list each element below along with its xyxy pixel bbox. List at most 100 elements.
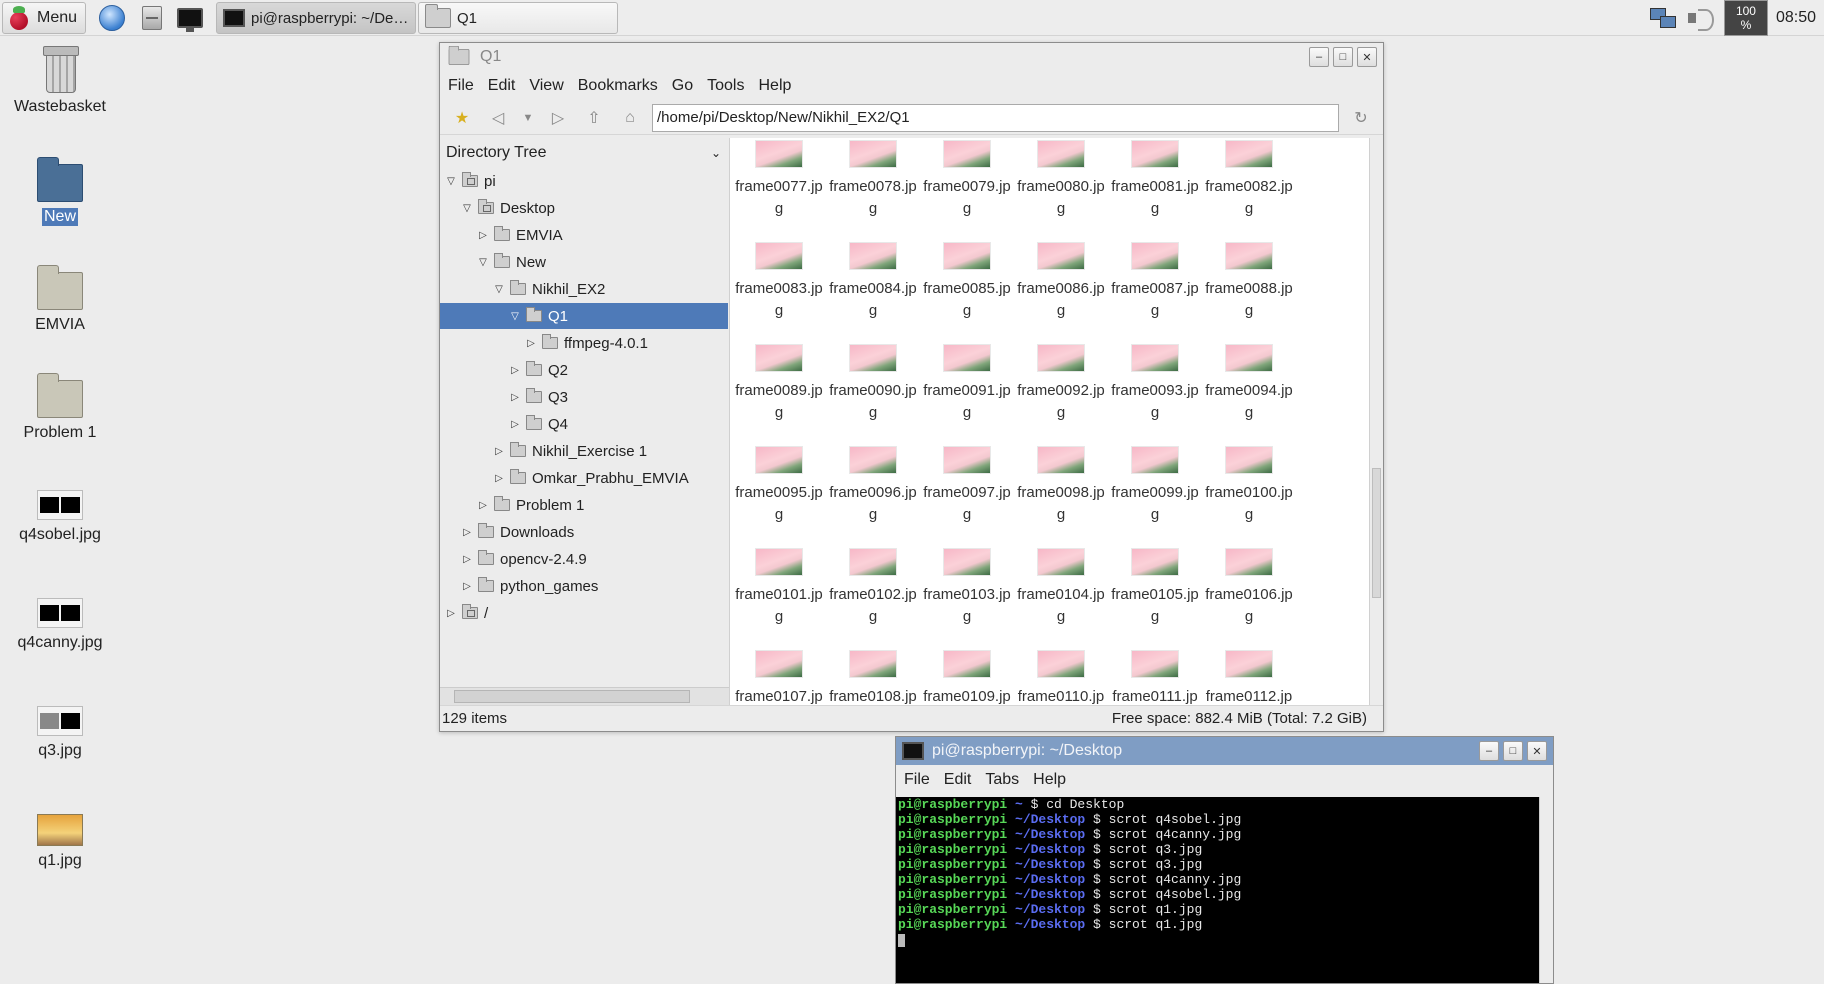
tree-item[interactable]: ▷ Nikhil_Exercise 1 bbox=[440, 438, 728, 464]
tree-item[interactable]: ▽ pi bbox=[440, 168, 728, 194]
file-item[interactable]: frame0077.jpg bbox=[732, 138, 826, 240]
tree-item[interactable]: ▽ New bbox=[440, 249, 728, 275]
file-item[interactable]: frame0107.jpg bbox=[732, 648, 826, 705]
file-item[interactable]: frame0092.jpg bbox=[1014, 342, 1108, 444]
file-item[interactable]: frame0087.jpg bbox=[1108, 240, 1202, 342]
web-browser-launcher[interactable] bbox=[96, 2, 128, 34]
history-dropdown-icon[interactable]: ▼ bbox=[520, 104, 536, 132]
expander-icon[interactable]: ▷ bbox=[476, 230, 490, 241]
menu-help[interactable]: Help bbox=[758, 77, 791, 95]
file-item[interactable]: frame0098.jpg bbox=[1014, 444, 1108, 546]
vertical-scrollbar[interactable] bbox=[1369, 138, 1383, 705]
file-manager-launcher[interactable] bbox=[136, 2, 168, 34]
file-item[interactable]: frame0088.jpg bbox=[1202, 240, 1296, 342]
tree-item[interactable]: ▷ / bbox=[440, 600, 728, 626]
vertical-scrollbar[interactable] bbox=[1539, 797, 1553, 983]
expander-icon[interactable]: ▽ bbox=[460, 203, 474, 214]
menu-go[interactable]: Go bbox=[672, 77, 693, 95]
terminal-output[interactable]: pi@raspberrypi ~ $ cd Desktop pi@raspberr… bbox=[896, 797, 1539, 983]
file-item[interactable]: frame0086.jpg bbox=[1014, 240, 1108, 342]
minimize-button[interactable]: – bbox=[1479, 741, 1499, 761]
path-bar-input[interactable]: /home/pi/Desktop/New/Nikhil_EX2/Q1 bbox=[652, 103, 1339, 132]
file-item[interactable]: frame0094.jpg bbox=[1202, 342, 1296, 444]
tree-item[interactable]: ▷ opencv-2.4.9 bbox=[440, 546, 728, 572]
menu-tabs[interactable]: Tabs bbox=[985, 771, 1019, 789]
file-item[interactable]: frame0110.jpg bbox=[1014, 648, 1108, 705]
start-menu-button[interactable]: Menu bbox=[2, 2, 86, 34]
file-item[interactable]: frame0104.jpg bbox=[1014, 546, 1108, 648]
file-item[interactable]: frame0082.jpg bbox=[1202, 138, 1296, 240]
expander-icon[interactable]: ▽ bbox=[444, 176, 458, 187]
file-item[interactable]: frame0083.jpg bbox=[732, 240, 826, 342]
expander-icon[interactable]: ▷ bbox=[460, 554, 474, 565]
back-arrow-icon[interactable]: ◁ bbox=[484, 104, 512, 132]
tree-item[interactable]: ▷ Q4 bbox=[440, 411, 728, 437]
file-item[interactable]: frame0112.jpg bbox=[1202, 648, 1296, 705]
expander-icon[interactable]: ▷ bbox=[524, 338, 538, 349]
tree-item[interactable]: ▷ Omkar_Prabhu_EMVIA bbox=[440, 465, 728, 491]
file-item[interactable]: frame0106.jpg bbox=[1202, 546, 1296, 648]
up-arrow-icon[interactable]: ⇧ bbox=[580, 104, 608, 132]
clock[interactable]: 08:50 bbox=[1776, 9, 1816, 27]
menu-edit[interactable]: Edit bbox=[488, 77, 516, 95]
tree-item[interactable]: ▽ Desktop bbox=[440, 195, 728, 221]
tree-item[interactable]: ▷ EMVIA bbox=[440, 222, 728, 248]
close-button[interactable]: ✕ bbox=[1527, 741, 1547, 761]
menu-tools[interactable]: Tools bbox=[707, 77, 744, 95]
expander-icon[interactable]: ▷ bbox=[460, 581, 474, 592]
volume-icon[interactable] bbox=[1686, 6, 1716, 31]
file-item[interactable]: frame0105.jpg bbox=[1108, 546, 1202, 648]
expander-icon[interactable]: ▷ bbox=[508, 365, 522, 376]
expander-icon[interactable]: ▷ bbox=[476, 500, 490, 511]
menu-file[interactable]: File bbox=[904, 771, 930, 789]
expander-icon[interactable]: ▽ bbox=[508, 311, 522, 322]
file-item[interactable]: frame0099.jpg bbox=[1108, 444, 1202, 546]
desktop-icon-wastebasket[interactable]: Wastebasket bbox=[10, 46, 110, 116]
taskbar-task-terminal[interactable]: pi@raspberrypi: ~/De… bbox=[216, 2, 416, 34]
file-item[interactable]: frame0089.jpg bbox=[732, 342, 826, 444]
network-icon[interactable] bbox=[1649, 6, 1678, 30]
desktop-icon-new[interactable]: New bbox=[10, 157, 110, 226]
expander-icon[interactable]: ▷ bbox=[508, 419, 522, 430]
tree-item[interactable]: ▷ python_games bbox=[440, 573, 728, 599]
tree-item[interactable]: ▷ ffmpeg-4.0.1 bbox=[440, 330, 728, 356]
taskbar-task-file-manager[interactable]: Q1 bbox=[418, 2, 618, 34]
horizontal-scrollbar[interactable] bbox=[440, 687, 729, 705]
menu-file[interactable]: File bbox=[448, 77, 474, 95]
file-item[interactable]: frame0091.jpg bbox=[920, 342, 1014, 444]
menu-help[interactable]: Help bbox=[1033, 771, 1066, 789]
minimize-button[interactable]: – bbox=[1309, 47, 1329, 67]
expander-icon[interactable]: ▷ bbox=[492, 473, 506, 484]
expander-icon[interactable]: ▷ bbox=[492, 446, 506, 457]
terminal-launcher[interactable] bbox=[174, 2, 206, 34]
tree-item[interactable]: ▷ Problem 1 bbox=[440, 492, 728, 518]
desktop-icon-q3[interactable]: q3.jpg bbox=[10, 698, 110, 760]
file-item[interactable]: frame0109.jpg bbox=[920, 648, 1014, 705]
desktop-icon-q1[interactable]: q1.jpg bbox=[10, 806, 110, 870]
maximize-button[interactable]: □ bbox=[1333, 47, 1353, 67]
tree-item[interactable]: ▷ Downloads bbox=[440, 519, 728, 545]
file-item[interactable]: frame0084.jpg bbox=[826, 240, 920, 342]
desktop-icon-problem-1[interactable]: Problem 1 bbox=[10, 373, 110, 442]
file-item[interactable]: frame0081.jpg bbox=[1108, 138, 1202, 240]
expander-icon[interactable]: ▷ bbox=[444, 608, 458, 619]
desktop-icon-emvia[interactable]: EMVIA bbox=[10, 265, 110, 334]
menu-bookmarks[interactable]: Bookmarks bbox=[578, 77, 658, 95]
desktop-icon-q4canny[interactable]: q4canny.jpg bbox=[10, 590, 110, 652]
expander-icon[interactable]: ▷ bbox=[508, 392, 522, 403]
menu-view[interactable]: View bbox=[529, 77, 563, 95]
sidebar-mode-selector[interactable]: Directory Tree ⌄ bbox=[440, 138, 729, 168]
file-item[interactable]: frame0111.jpg bbox=[1108, 648, 1202, 705]
menu-edit[interactable]: Edit bbox=[944, 771, 972, 789]
tree-item[interactable]: ▽ Nikhil_EX2 bbox=[440, 276, 728, 302]
file-item[interactable]: frame0102.jpg bbox=[826, 546, 920, 648]
file-item[interactable]: frame0097.jpg bbox=[920, 444, 1014, 546]
file-item[interactable]: frame0103.jpg bbox=[920, 546, 1014, 648]
maximize-button[interactable]: □ bbox=[1503, 741, 1523, 761]
tree-item[interactable]: ▽ Q1 bbox=[440, 303, 728, 329]
go-icon[interactable]: ↻ bbox=[1347, 104, 1375, 132]
file-item[interactable]: frame0101.jpg bbox=[732, 546, 826, 648]
file-item[interactable]: frame0080.jpg bbox=[1014, 138, 1108, 240]
window-titlebar[interactable]: pi@raspberrypi: ~/Desktop – □ ✕ bbox=[896, 737, 1553, 765]
file-item[interactable]: frame0085.jpg bbox=[920, 240, 1014, 342]
